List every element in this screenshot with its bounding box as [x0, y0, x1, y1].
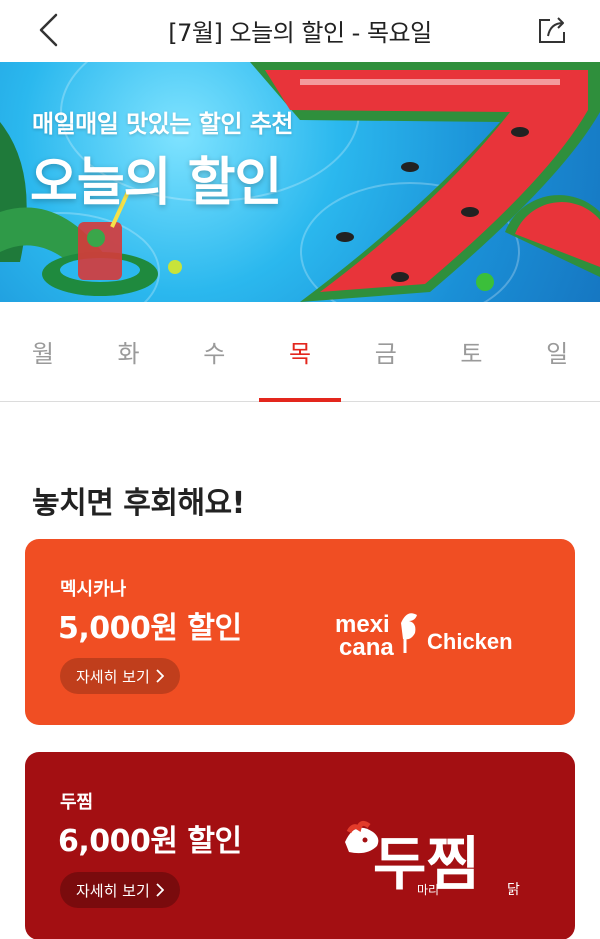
detail-button-label: 자세히 보기: [76, 667, 150, 686]
chevron-right-icon: [156, 669, 164, 683]
logo-text-chicken: Chicken: [427, 629, 513, 654]
top-bar: [7월] 오늘의 할인 - 목요일: [0, 0, 600, 60]
rooster-icon: [401, 613, 417, 653]
promo-banner[interactable]: 매일매일 맛있는 할인 추천 오늘의 할인: [0, 62, 600, 302]
deal-card-mexicana[interactable]: 멕시카나 5,000원 할인 자세히 보기 mexi cana Chicken: [25, 539, 575, 725]
day-tabs: 월 화 수 목 금 토 일: [0, 302, 600, 402]
tab-thursday[interactable]: 목: [257, 302, 343, 402]
chevron-left-icon: [39, 13, 58, 47]
logo-text-dak: 닭: [507, 882, 520, 898]
doojjim-logo: 두찜 마리 닭: [325, 802, 545, 898]
logo-text-mari: 마리: [417, 883, 439, 897]
chevron-right-icon: [156, 883, 164, 897]
back-button[interactable]: [30, 12, 66, 48]
tab-sunday[interactable]: 일: [514, 302, 600, 401]
tab-tuesday[interactable]: 화: [86, 302, 172, 401]
card-discount: 5,000원 할인: [58, 611, 242, 646]
detail-button-label: 자세히 보기: [76, 881, 150, 900]
detail-button[interactable]: 자세히 보기: [60, 658, 180, 694]
mexicana-logo: mexi cana Chicken: [325, 589, 545, 679]
page-title: [7월] 오늘의 할인 - 목요일: [168, 18, 432, 47]
section-title: 놓치면 후회해요!: [32, 486, 245, 521]
tab-monday[interactable]: 월: [0, 302, 86, 401]
banner-subtitle: 매일매일 맛있는 할인 추천: [32, 110, 293, 138]
share-icon: [539, 17, 565, 43]
card-brand-name: 두찜: [60, 792, 94, 813]
tab-saturday[interactable]: 토: [429, 302, 515, 401]
banner-headline: 오늘의 할인: [30, 153, 282, 213]
tab-friday[interactable]: 금: [343, 302, 429, 401]
deal-card-doojjim[interactable]: 두찜 6,000원 할인 자세히 보기 두찜 마리 닭: [25, 752, 575, 939]
logo-text-cana: cana: [339, 634, 394, 661]
tab-wednesday[interactable]: 수: [171, 302, 257, 401]
share-button[interactable]: [534, 12, 570, 48]
card-discount: 6,000원 할인: [58, 824, 242, 859]
card-brand-name: 멕시카나: [60, 579, 127, 600]
detail-button[interactable]: 자세히 보기: [60, 872, 180, 908]
